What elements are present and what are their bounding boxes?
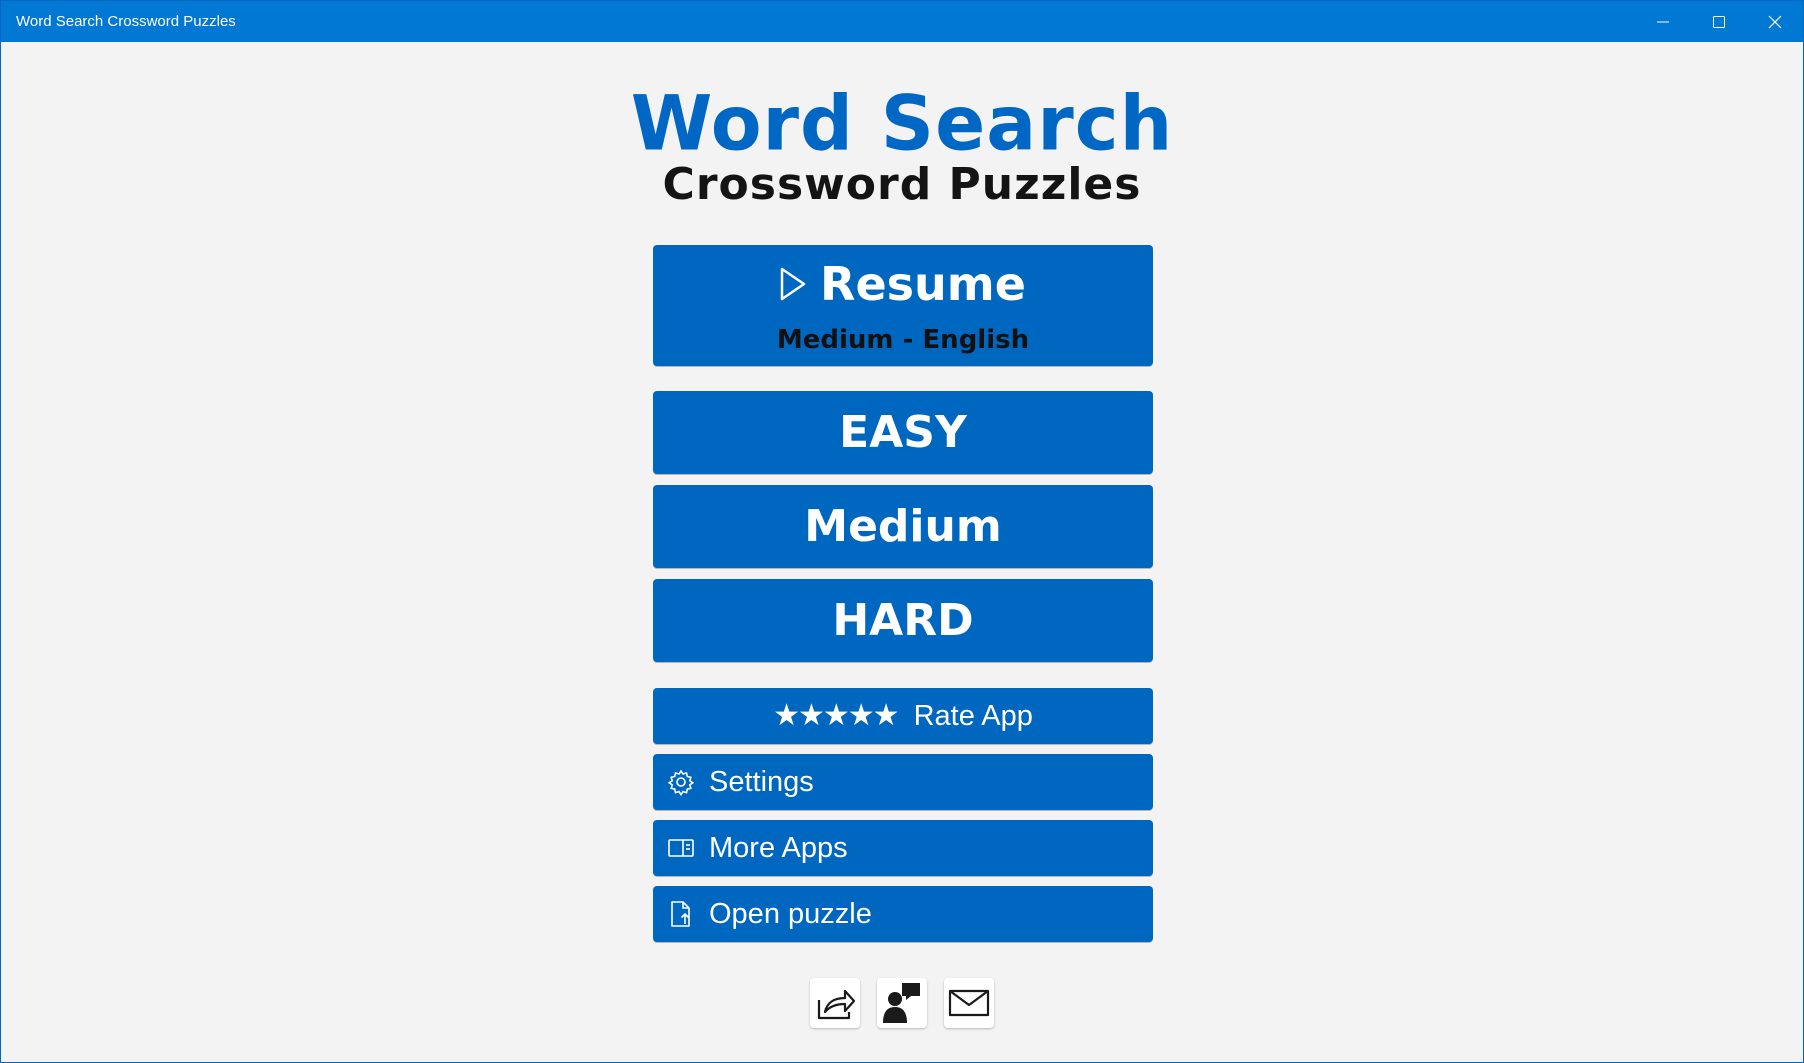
title-bar: Word Search Crossword Puzzles [1, 1, 1803, 42]
resume-row: Resume [653, 261, 1153, 307]
settings-label: Settings [709, 766, 814, 798]
share-icon [817, 989, 855, 1020]
medium-label: Medium [804, 500, 1002, 552]
resume-label: Resume [820, 257, 1026, 311]
maximize-button[interactable] [1691, 1, 1747, 42]
file-upload-icon [671, 901, 690, 927]
logo-subtitle: Crossword Puzzles [662, 159, 1142, 210]
minimize-icon [1657, 21, 1669, 22]
close-button[interactable] [1747, 1, 1803, 42]
stars-icon: ★★★★★ [773, 698, 899, 733]
open-puzzle-button[interactable]: Open puzzle [653, 886, 1153, 942]
mail-button[interactable] [944, 978, 994, 1028]
app-window: Word Search Crossword Puzzles Word Searc… [0, 0, 1804, 1063]
open-puzzle-label: Open puzzle [709, 898, 872, 930]
logo-title: Word Search [630, 80, 1174, 168]
more-apps-label: More Apps [709, 832, 848, 864]
gear-icon [667, 769, 695, 796]
panel-icon [668, 839, 694, 857]
rate-app-button[interactable]: ★★★★★ Rate App [653, 688, 1153, 744]
hard-label: HARD [832, 594, 974, 646]
minimize-button[interactable] [1635, 1, 1691, 42]
hard-button[interactable]: HARD [653, 579, 1153, 662]
medium-button[interactable]: Medium [653, 485, 1153, 568]
bottom-actions [1, 978, 1803, 1028]
resume-sublabel: Medium - English [776, 325, 1030, 355]
resume-button[interactable]: Resume Medium - English [653, 245, 1153, 366]
close-icon [1768, 15, 1782, 28]
mail-icon [948, 989, 990, 1017]
play-icon [780, 267, 806, 301]
window-title: Word Search Crossword Puzzles [16, 13, 236, 30]
feedback-button[interactable] [877, 978, 927, 1028]
more-apps-button[interactable]: More Apps [653, 820, 1153, 876]
settings-button[interactable]: Settings [653, 754, 1153, 810]
maximize-icon [1713, 15, 1725, 28]
easy-button[interactable]: EASY [653, 391, 1153, 474]
easy-label: EASY [839, 406, 967, 458]
share-button[interactable] [810, 978, 860, 1028]
rate-app-label: Rate App [913, 699, 1033, 732]
feedback-icon [883, 983, 920, 1023]
